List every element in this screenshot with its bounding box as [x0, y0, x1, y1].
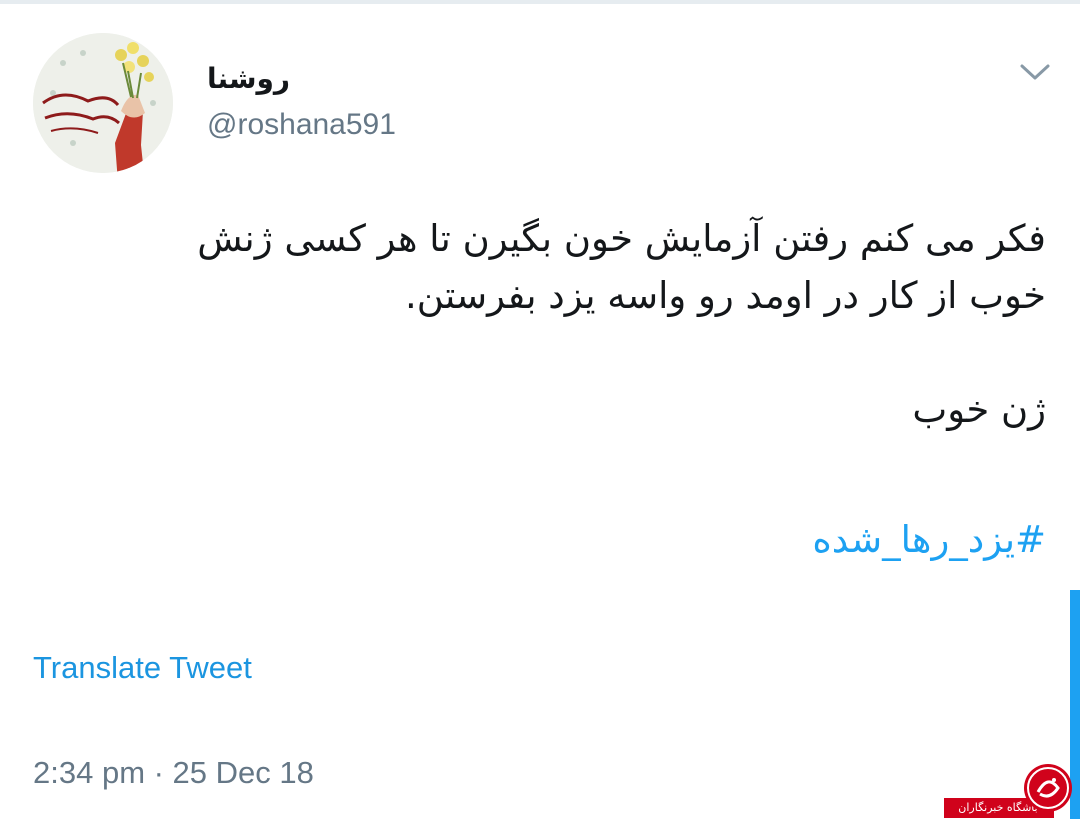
hashtag-link[interactable]: #یزد_رها_شده [812, 518, 1046, 561]
tweet-text-line-1: فکر می کنم رفتن آزمایش خون بگیرن تا هر ک… [197, 217, 1046, 260]
tweet-text-line-2: خوب از کار در اومد رو واسه یزد بفرستن. [405, 274, 1046, 317]
tweet-text-line-3: ژن خوب [912, 388, 1046, 431]
watermark-emblem-icon [1024, 764, 1072, 812]
top-divider [0, 0, 1080, 4]
tweet-timestamp[interactable]: 2:34 pm · 25 Dec 18 [33, 755, 314, 791]
watermark-logo: باشگاه خبرنگاران [944, 758, 1074, 818]
avatar-image [33, 33, 173, 173]
translate-tweet-link[interactable]: Translate Tweet [33, 650, 252, 686]
display-name[interactable]: روشنا [207, 62, 290, 95]
user-handle[interactable]: @roshana591 [207, 108, 396, 142]
tweet-text: فکر می کنم رفتن آزمایش خون بگیرن تا هر ک… [66, 210, 1046, 438]
avatar[interactable] [33, 33, 173, 173]
chevron-down-icon[interactable] [1018, 60, 1052, 84]
